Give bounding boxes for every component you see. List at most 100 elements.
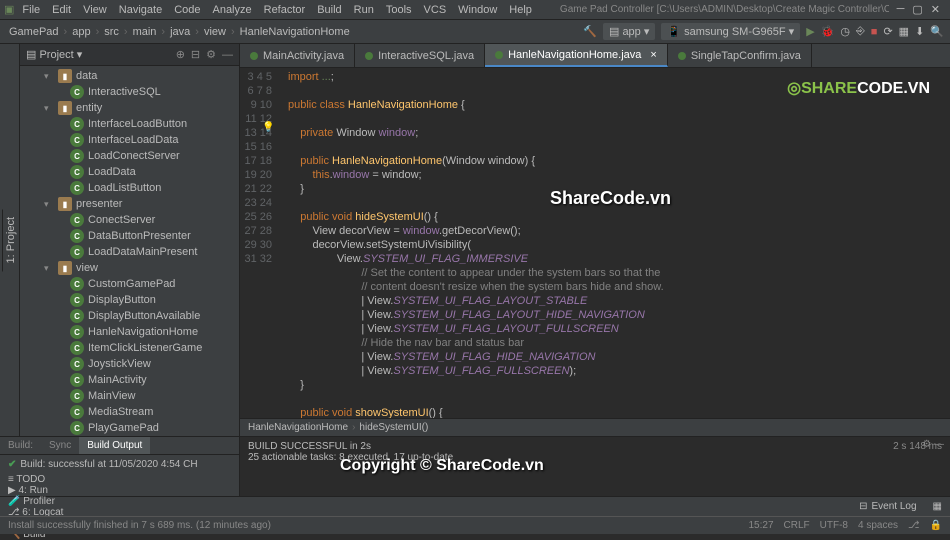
sidebar-tab-resource[interactable]: Resource Manager bbox=[0, 185, 2, 295]
indent[interactable]: 4 spaces bbox=[858, 520, 898, 531]
menu-tools[interactable]: Tools bbox=[380, 2, 418, 18]
bottom-tab[interactable]: ≡ TODO bbox=[0, 474, 71, 485]
caret-pos[interactable]: 15:27 bbox=[748, 520, 773, 531]
tree-class-DisplayButton[interactable]: CDisplayButton bbox=[20, 292, 239, 308]
lock-icon[interactable]: 🔒 bbox=[930, 520, 942, 531]
stop-icon[interactable]: ■ bbox=[871, 26, 878, 38]
tree-class-MediaStream[interactable]: CMediaStream bbox=[20, 404, 239, 420]
search-icon[interactable]: 🔍 bbox=[930, 25, 944, 38]
breadcrumb-item[interactable]: java bbox=[167, 26, 193, 38]
editor-tab[interactable]: MainActivity.java bbox=[240, 44, 355, 67]
build-tab-output[interactable]: Build Output bbox=[79, 437, 150, 454]
window-controls: ─ ▢ ✕ bbox=[891, 3, 946, 16]
sidebar-tab-project[interactable]: 1: Project bbox=[2, 209, 19, 271]
menu-help[interactable]: Help bbox=[503, 2, 538, 18]
menu-view[interactable]: View bbox=[77, 2, 113, 18]
menu-analyze[interactable]: Analyze bbox=[206, 2, 257, 18]
project-tree[interactable]: ▾▮dataCInteractiveSQL▾▮entityCInterfaceL… bbox=[20, 66, 239, 436]
git-icon[interactable]: ⎇ bbox=[908, 520, 920, 531]
build-hammer-icon[interactable]: 🔨 bbox=[583, 25, 597, 38]
tree-folder-entity[interactable]: ▾▮entity bbox=[20, 100, 239, 116]
encoding[interactable]: UTF-8 bbox=[820, 520, 848, 531]
profiler-icon[interactable]: ◷ bbox=[840, 25, 850, 38]
tree-class-InterfaceLoadData[interactable]: CInterfaceLoadData bbox=[20, 132, 239, 148]
tree-class-DataButtonPresenter[interactable]: CDataButtonPresenter bbox=[20, 228, 239, 244]
breadcrumb-item[interactable]: src bbox=[101, 26, 122, 38]
maximize-button[interactable]: ▢ bbox=[912, 3, 922, 16]
menu-navigate[interactable]: Navigate bbox=[113, 2, 168, 18]
debug-icon[interactable]: 🐞 bbox=[821, 25, 835, 38]
tree-class-LoadConectServer[interactable]: CLoadConectServer bbox=[20, 148, 239, 164]
breadcrumb-item[interactable]: view bbox=[201, 26, 229, 38]
build-output-line: BUILD SUCCESSFUL in 2s bbox=[248, 441, 942, 452]
menu-edit[interactable]: Edit bbox=[46, 2, 77, 18]
tree-class-LoadListButton[interactable]: CLoadListButton bbox=[20, 180, 239, 196]
tree-folder-view[interactable]: ▾▮view bbox=[20, 260, 239, 276]
build-status-text: Build: successful at 11/05/2020 4:54 CH bbox=[20, 459, 197, 470]
device-dropdown[interactable]: 📱 samsung SM-G965F ▾ bbox=[661, 23, 800, 40]
tree-class-ItemClickListenerGame[interactable]: CItemClickListenerGame bbox=[20, 340, 239, 356]
menu-run[interactable]: Run bbox=[348, 2, 380, 18]
minimize-button[interactable]: ─ bbox=[897, 3, 905, 16]
gear-icon[interactable]: ⚙ bbox=[206, 48, 216, 61]
build-tab-sync[interactable]: Sync bbox=[41, 437, 79, 454]
menu-code[interactable]: Code bbox=[168, 2, 206, 18]
code-editor[interactable]: 3 4 5 6 7 8 9 10 11 12 13 14 15 16 17 18… bbox=[240, 68, 950, 418]
event-log-button[interactable]: ⊟ Event Log bbox=[851, 501, 924, 512]
bottom-tab[interactable]: 🧪 Profiler bbox=[0, 496, 71, 507]
menu-refactor[interactable]: Refactor bbox=[258, 2, 312, 18]
tree-class-PlayGamePad[interactable]: CPlayGamePad bbox=[20, 420, 239, 436]
menu-vcs[interactable]: VCS bbox=[418, 2, 453, 18]
tree-class-ConectServer[interactable]: CConectServer bbox=[20, 212, 239, 228]
sync-icon[interactable]: ⟳ bbox=[883, 25, 892, 38]
tree-class-DisplayButtonAvailable[interactable]: CDisplayButtonAvailable bbox=[20, 308, 239, 324]
hide-icon[interactable]: — bbox=[222, 49, 233, 61]
scroll-from-source-icon[interactable]: ⊕ bbox=[176, 48, 185, 61]
collapse-icon[interactable]: ⊟ bbox=[191, 48, 200, 61]
menu-build[interactable]: Build bbox=[311, 2, 347, 18]
build-tab-build[interactable]: Build: bbox=[0, 437, 41, 454]
status-message: Install successfully finished in 7 s 689… bbox=[8, 520, 271, 531]
breadcrumb-item[interactable]: GamePad bbox=[6, 26, 62, 38]
tree-class-CustomGamePad[interactable]: CCustomGamePad bbox=[20, 276, 239, 292]
window-title: Game Pad Controller [C:\Users\ADMIN\Desk… bbox=[560, 4, 889, 15]
code-body[interactable]: import ...; public class HanleNavigation… bbox=[280, 68, 950, 418]
project-view-dropdown[interactable]: ▤ Project ▾ bbox=[26, 48, 82, 61]
close-button[interactable]: ✕ bbox=[931, 3, 940, 16]
left-sidebar: 1: Project Resource Manager 2: Structure… bbox=[0, 44, 20, 436]
tree-folder-data[interactable]: ▾▮data bbox=[20, 68, 239, 84]
breadcrumb-item[interactable]: HanleNavigationHome bbox=[237, 26, 353, 38]
editor-tab[interactable]: HanleNavigationHome.java× bbox=[485, 44, 668, 67]
tree-class-LoadData[interactable]: CLoadData bbox=[20, 164, 239, 180]
breadcrumb-item[interactable]: main bbox=[130, 26, 160, 38]
editor-breadcrumb[interactable]: HanleNavigationHome›hideSystemUI() bbox=[240, 418, 950, 436]
main-area: 1: Project Resource Manager 2: Structure… bbox=[0, 44, 950, 436]
tree-class-MainView[interactable]: CMainView bbox=[20, 388, 239, 404]
attach-icon[interactable]: ⎆ bbox=[856, 25, 865, 38]
tree-class-InterfaceLoadButton[interactable]: CInterfaceLoadButton bbox=[20, 116, 239, 132]
line-sep[interactable]: CRLF bbox=[784, 520, 810, 531]
sdk-icon[interactable]: ⬇ bbox=[915, 25, 924, 38]
build-status-row[interactable]: ✔ Build: successful at 11/05/2020 4:54 C… bbox=[0, 455, 239, 474]
menu-file[interactable]: File bbox=[16, 2, 46, 18]
tree-class-InteractiveSQL[interactable]: CInteractiveSQL bbox=[20, 84, 239, 100]
tree-folder-presenter[interactable]: ▾▮presenter bbox=[20, 196, 239, 212]
run-icon[interactable]: ▶ bbox=[806, 25, 814, 38]
intention-bulb-icon[interactable]: 💡 bbox=[262, 122, 274, 133]
editor-tab[interactable]: SingleTapConfirm.java bbox=[668, 44, 812, 67]
build-output[interactable]: 2 s 148 ms BUILD SUCCESSFUL in 2s 25 act… bbox=[240, 437, 950, 496]
run-config-dropdown[interactable]: ▤ app ▾ bbox=[603, 23, 655, 40]
tree-class-HanleNavigationHome[interactable]: CHanleNavigationHome bbox=[20, 324, 239, 340]
avd-icon[interactable]: ▦ bbox=[899, 25, 909, 38]
tree-class-JoystickView[interactable]: CJoystickView bbox=[20, 356, 239, 372]
build-settings-icon[interactable]: ⚙ — bbox=[922, 439, 944, 450]
editor-tab[interactable]: InteractiveSQL.java bbox=[355, 44, 485, 67]
tree-class-LoadDataMainPresent[interactable]: CLoadDataMainPresent bbox=[20, 244, 239, 260]
tree-class-MainActivity[interactable]: CMainActivity bbox=[20, 372, 239, 388]
layout-inspector-icon[interactable]: ▦ bbox=[925, 501, 950, 512]
project-panel: ▤ Project ▾ ⊕ ⊟ ⚙ — ▾▮dataCInteractiveSQ… bbox=[20, 44, 240, 436]
app-icon: ▣ bbox=[4, 3, 14, 16]
breadcrumb-item[interactable]: app bbox=[69, 26, 93, 38]
menu-window[interactable]: Window bbox=[452, 2, 503, 18]
bottom-tab[interactable]: ▶ 4: Run bbox=[0, 485, 71, 496]
